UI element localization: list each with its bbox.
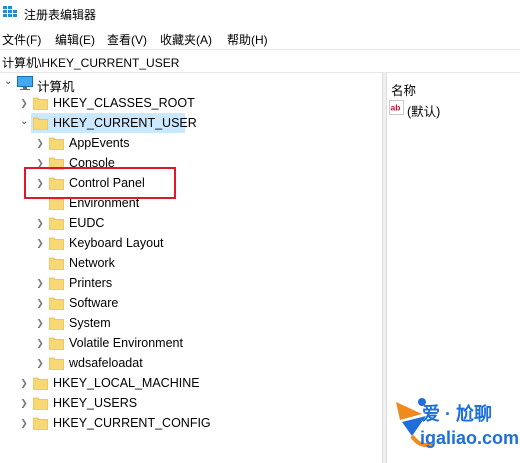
menu-file[interactable]: 文件(F) <box>2 31 41 48</box>
tree-label: HKEY_LOCAL_MACHINE <box>53 376 200 390</box>
folder-icon <box>49 137 64 150</box>
annotation-highlight-box <box>24 167 176 199</box>
folder-icon <box>49 257 64 270</box>
chevron-right-icon[interactable]: ❯ <box>20 98 28 108</box>
tree-item-computer[interactable]: ⌄ 计算机 <box>0 73 200 94</box>
svg-text:ab: ab <box>391 103 401 113</box>
chevron-right-icon[interactable]: ❯ <box>36 218 44 228</box>
folder-icon <box>49 297 64 310</box>
tree-item-network[interactable]: Network <box>0 253 220 273</box>
menu-view[interactable]: 查看(V) <box>107 31 147 48</box>
tree-item-appevents[interactable]: ❯ AppEvents <box>0 133 220 153</box>
tree-item-system[interactable]: ❯ System <box>0 313 220 333</box>
tree-label: System <box>69 316 111 330</box>
chevron-right-icon[interactable]: ❯ <box>36 238 44 248</box>
string-value-icon: ab <box>389 100 404 115</box>
tree-label: Software <box>69 296 119 310</box>
folder-icon <box>33 397 48 410</box>
tree-item-hkey-classes-root[interactable]: ❯ HKEY_CLASSES_ROOT <box>0 93 200 113</box>
folder-icon <box>49 237 64 250</box>
chevron-right-icon[interactable]: ❯ <box>36 338 44 348</box>
tree-item-hkey-current-user[interactable]: ⌄ HKEY_CURRENT_USER <box>0 113 200 133</box>
folder-icon <box>49 317 64 330</box>
tree-item-software[interactable]: ❯ Software <box>0 293 220 313</box>
chevron-right-icon[interactable]: ❯ <box>36 358 44 368</box>
chevron-down-icon[interactable]: ⌄ <box>20 117 28 127</box>
folder-icon <box>33 417 48 430</box>
value-name: (默认) <box>407 105 441 119</box>
folder-icon <box>33 97 48 110</box>
chevron-right-icon[interactable]: ❯ <box>36 278 44 288</box>
tree-label: HKEY_CURRENT_USER <box>53 116 197 130</box>
chevron-right-icon[interactable]: ❯ <box>20 418 28 428</box>
tree-label: Network <box>69 256 115 270</box>
tree-item-wdsafeloadat[interactable]: ❯ wdsafeloadat <box>0 353 220 373</box>
tree-item-hkey-local-machine[interactable]: ❯ HKEY_LOCAL_MACHINE <box>0 373 220 393</box>
tree-label: wdsafeloadat <box>69 356 143 370</box>
tree-label: HKEY_CLASSES_ROOT <box>53 96 195 110</box>
address-path: 计算机\HKEY_CURRENT_USER <box>2 56 180 70</box>
address-bar[interactable]: 计算机\HKEY_CURRENT_USER <box>0 49 520 73</box>
watermark-logo: 爱 · 尬聊 igaliao.com <box>392 392 520 456</box>
chevron-down-icon[interactable]: ⌄ <box>4 77 12 87</box>
folder-icon <box>49 277 64 290</box>
chevron-right-icon[interactable]: ❯ <box>20 378 28 388</box>
regedit-app-icon <box>3 6 17 17</box>
title-bar: 注册表编辑器 <box>0 0 520 26</box>
folder-icon <box>33 117 48 130</box>
chevron-right-icon[interactable]: ❯ <box>36 298 44 308</box>
tree-item-eudc[interactable]: ❯ EUDC <box>0 213 220 233</box>
tree-item-printers[interactable]: ❯ Printers <box>0 273 220 293</box>
folder-icon <box>33 377 48 390</box>
tree-item-volatile-environment[interactable]: ❯ Volatile Environment <box>0 333 220 353</box>
window-title: 注册表编辑器 <box>24 8 97 22</box>
menu-bar: 文件(F) 编辑(E) 查看(V) 收藏夹(A) 帮助(H) <box>0 28 520 48</box>
menu-favorites[interactable]: 收藏夹(A) <box>160 31 212 48</box>
tree-label: HKEY_CURRENT_CONFIG <box>53 416 211 430</box>
chevron-right-icon[interactable]: ❯ <box>20 398 28 408</box>
tree-label: Volatile Environment <box>69 336 183 350</box>
computer-icon <box>17 76 33 90</box>
tree-item-keyboard-layout[interactable]: ❯ Keyboard Layout <box>0 233 220 253</box>
column-header-name[interactable]: 名称 <box>391 80 416 99</box>
chevron-right-icon[interactable]: ❯ <box>36 138 44 148</box>
chevron-right-icon[interactable]: ❯ <box>36 318 44 328</box>
watermark-brand: 爱 · 尬聊 <box>422 404 492 424</box>
tree-item-hkey-current-config[interactable]: ❯ HKEY_CURRENT_CONFIG <box>0 413 220 433</box>
tree-item-hkey-users[interactable]: ❯ HKEY_USERS <box>0 393 220 413</box>
tree-label: EUDC <box>69 216 105 230</box>
registry-tree: ⌄ 计算机 ❯ HKEY_CLASSES_ROOT ⌄ HKEY_CURRENT… <box>0 72 382 463</box>
folder-icon <box>49 217 64 230</box>
tree-label: HKEY_USERS <box>53 396 138 410</box>
tree-label: AppEvents <box>69 136 130 150</box>
watermark-url: igaliao.com <box>420 428 520 448</box>
tree-label: Keyboard Layout <box>69 236 164 250</box>
folder-icon <box>49 357 64 370</box>
folder-icon <box>49 337 64 350</box>
tree-label: Printers <box>69 276 113 290</box>
menu-edit[interactable]: 编辑(E) <box>55 31 95 48</box>
menu-help[interactable]: 帮助(H) <box>227 31 268 48</box>
